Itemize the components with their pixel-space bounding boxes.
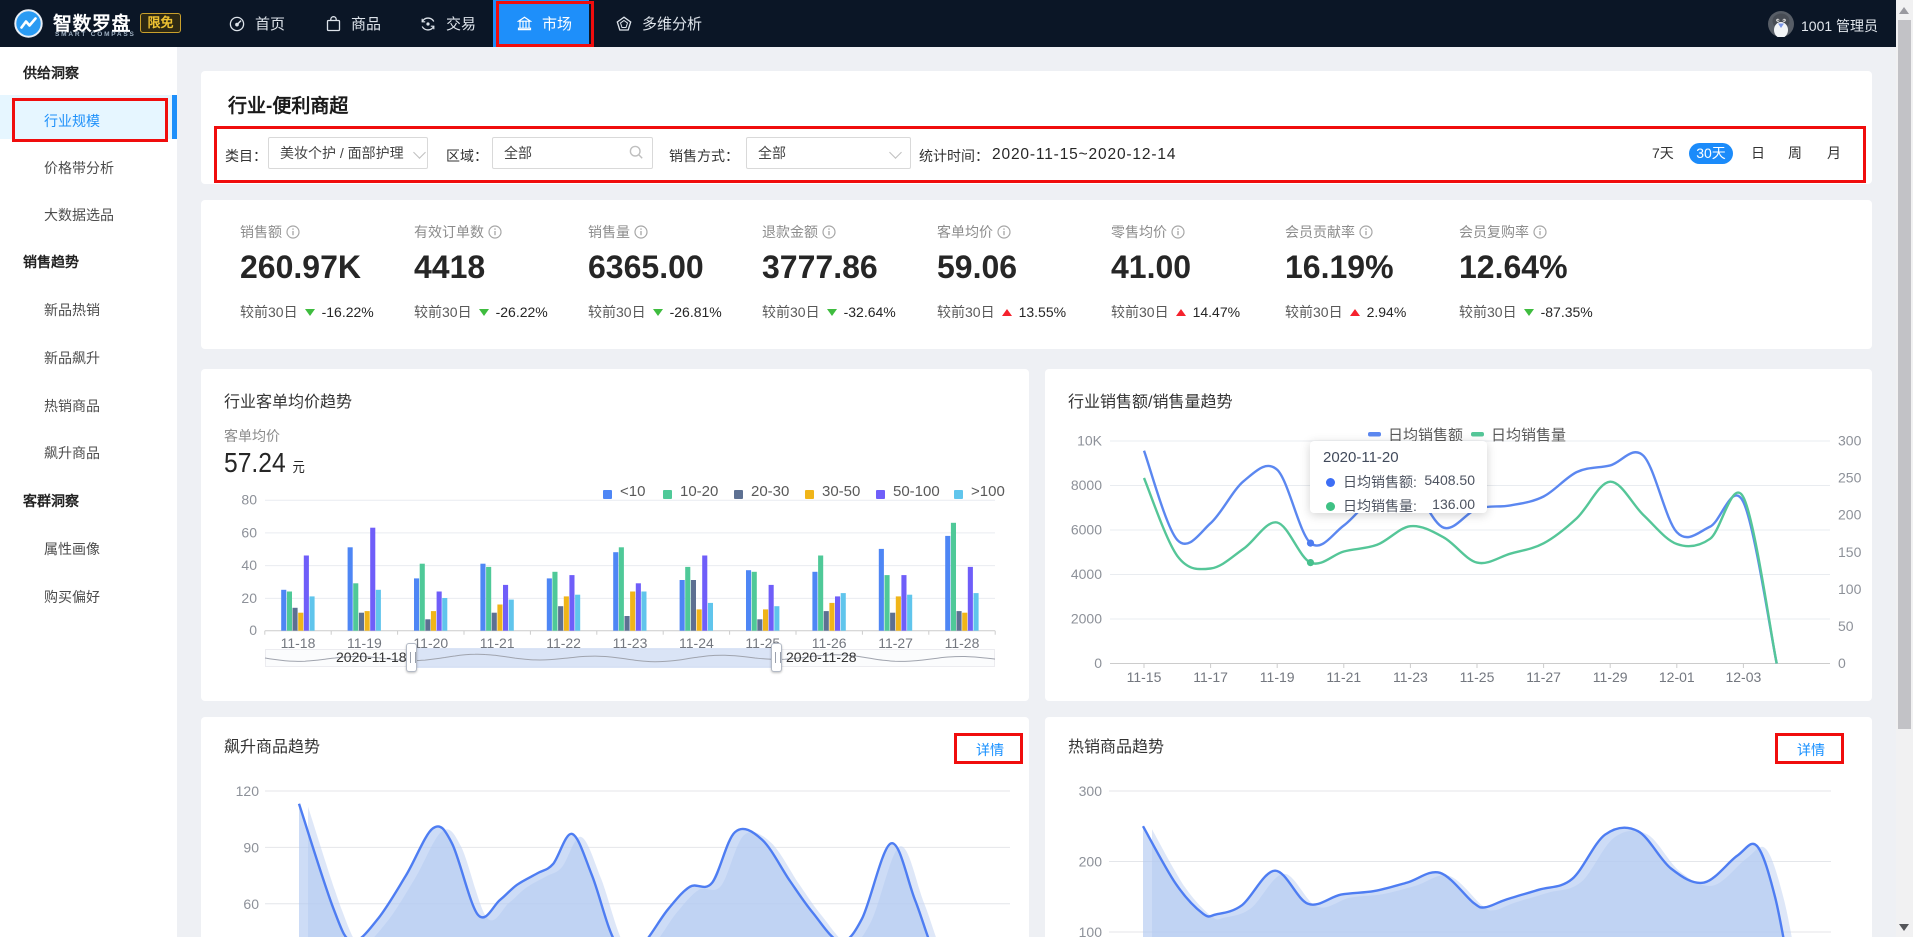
svg-text:11-24: 11-24 <box>679 635 714 651</box>
svg-text:60: 60 <box>243 896 259 912</box>
svg-text:11-22: 11-22 <box>546 635 581 651</box>
svg-text:250: 250 <box>1838 470 1862 486</box>
svg-text:日均销售量: 日均销售量 <box>1491 427 1566 444</box>
svg-text:11-18: 11-18 <box>281 635 316 651</box>
svg-text:11-20: 11-20 <box>413 635 448 651</box>
svg-text:300: 300 <box>1838 433 1862 449</box>
svg-text:20: 20 <box>241 590 257 606</box>
svg-text:10K: 10K <box>1077 433 1103 449</box>
svg-text:200: 200 <box>1838 507 1862 523</box>
svg-text:12-01: 12-01 <box>1659 669 1695 685</box>
svg-text:11-21: 11-21 <box>1326 669 1361 685</box>
svg-text:0: 0 <box>1838 655 1846 671</box>
svg-text:0: 0 <box>1094 655 1102 671</box>
svg-text:50: 50 <box>1838 618 1854 634</box>
svg-text:4000: 4000 <box>1071 566 1102 582</box>
svg-text:300: 300 <box>1079 783 1103 799</box>
svg-text:11-27: 11-27 <box>1526 669 1561 685</box>
svg-text:11-23: 11-23 <box>1393 669 1428 685</box>
svg-text:12-03: 12-03 <box>1725 669 1761 685</box>
svg-text:11-15: 11-15 <box>1127 669 1162 685</box>
svg-text:11-21: 11-21 <box>480 635 515 651</box>
svg-text:90: 90 <box>243 839 259 855</box>
svg-text:11-17: 11-17 <box>1193 669 1228 685</box>
svg-text:200: 200 <box>1079 854 1103 870</box>
svg-text:40: 40 <box>241 557 257 573</box>
svg-text:8000: 8000 <box>1071 477 1102 493</box>
svg-text:11-27: 11-27 <box>878 635 913 651</box>
svg-text:80: 80 <box>241 492 257 508</box>
svg-text:150: 150 <box>1838 544 1862 560</box>
svg-text:11-29: 11-29 <box>1593 669 1628 685</box>
svg-text:11-25: 11-25 <box>1460 669 1495 685</box>
svg-text:11-28: 11-28 <box>945 635 980 651</box>
svg-text:60: 60 <box>241 524 257 540</box>
svg-text:2000: 2000 <box>1071 611 1102 627</box>
svg-text:120: 120 <box>236 783 260 799</box>
svg-text:100: 100 <box>1079 924 1103 937</box>
svg-text:11-19: 11-19 <box>1260 669 1295 685</box>
svg-text:100: 100 <box>1838 581 1862 597</box>
svg-text:11-23: 11-23 <box>613 635 648 651</box>
svg-text:6000: 6000 <box>1071 522 1102 538</box>
svg-text:0: 0 <box>249 622 257 638</box>
